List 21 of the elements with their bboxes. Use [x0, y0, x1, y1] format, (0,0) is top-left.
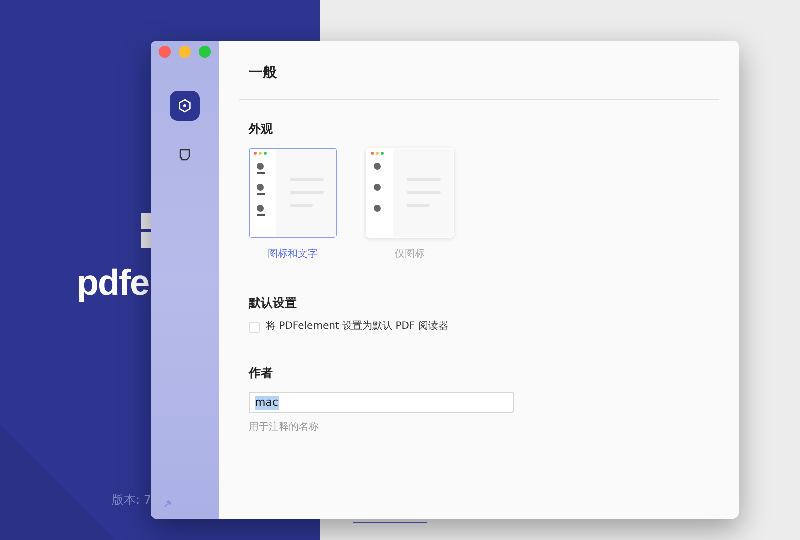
section-heading: 默认设置 — [249, 295, 297, 312]
appearance-option[interactable] — [366, 148, 454, 238]
settings-icon — [178, 99, 192, 113]
zoom-button[interactable] — [199, 46, 211, 58]
appearance-option[interactable] — [249, 148, 337, 238]
version-text: 版本: 7 — [112, 492, 152, 509]
settings-tab[interactable] — [170, 91, 200, 121]
checkbox[interactable] — [249, 322, 260, 332]
field-hint: 用于注释的名称 — [249, 421, 319, 435]
checkbox-label: 将 PDFelement 设置为默认 PDF 阅读器 — [266, 320, 448, 334]
close-button[interactable] — [159, 46, 171, 58]
minimize-button[interactable] — [179, 46, 191, 58]
option-label: 仅图标 — [395, 248, 425, 262]
pin-icon[interactable] — [164, 500, 172, 508]
author-input-field[interactable]: mac — [249, 392, 514, 413]
option-label: 图标和文字 — [268, 248, 318, 262]
page-title: 一般 — [249, 64, 278, 83]
section-heading: 作者 — [249, 365, 273, 382]
note-icon — [178, 148, 192, 162]
logo-text: pdfe — [77, 262, 149, 304]
section-heading: 外观 — [249, 121, 273, 138]
